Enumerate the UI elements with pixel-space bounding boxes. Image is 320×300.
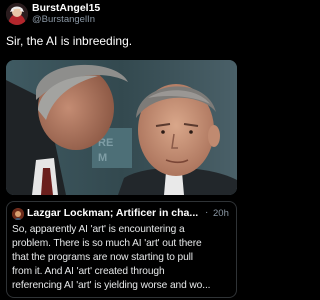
svg-text:M: M [98,152,107,164]
character-avatar-icon[interactable] [6,3,28,25]
user-handle[interactable]: @BurstangelIn [32,14,95,25]
display-name[interactable]: BurstAngel15 [32,2,100,14]
author-avatar-icon[interactable] [12,208,24,220]
quoted-text-line: So, apparently AI 'art' is encountering … [12,224,185,235]
tweet: BurstAngel15 @BurstangelIn Sir, the AI i… [0,0,242,300]
quoted-tweet[interactable]: Lazgar Lockman; Artificer in cha... · 20… [6,201,237,298]
quoted-text-line: that the programs are now starting to pu… [12,252,193,263]
tweet-text: Sir, the AI is inbreeding. [6,34,133,48]
quoted-text-line: from it. And AI 'art' created through [12,266,165,277]
quoted-timestamp[interactable]: 20h [213,208,229,219]
quoted-text-line: referencing AI 'art' is yielding worse a… [12,280,211,291]
quoted-author-name[interactable]: Lazgar Lockman; Artificer in cha... [27,207,198,219]
two-men-whispering-photo[interactable]: RE M [6,60,237,195]
quoted-text-line: problem. There is so much AI 'art' out t… [12,238,202,249]
separator-dot: · [205,207,209,218]
